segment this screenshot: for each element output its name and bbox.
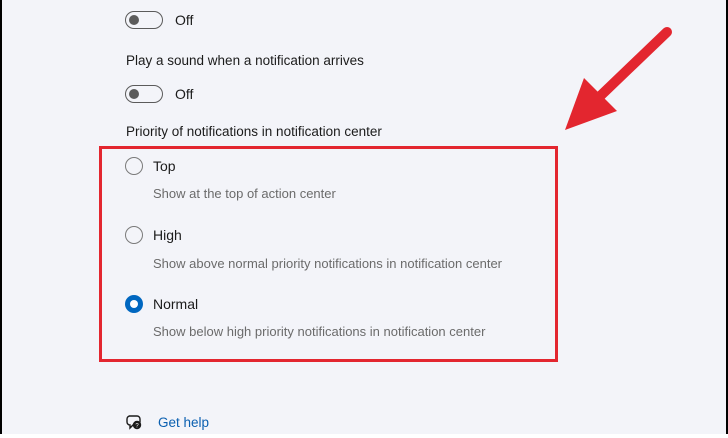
priority-heading: Priority of notifications in notificatio…: [126, 124, 382, 139]
annotation-highlight-box: [99, 146, 558, 362]
get-help-label[interactable]: Get help: [158, 415, 209, 430]
toggle-knob: [129, 88, 139, 99]
help-chat-icon: ?: [126, 415, 142, 430]
toggle-knob: [129, 14, 139, 25]
sound-toggle[interactable]: [125, 85, 163, 103]
toggle-state-label: Off: [175, 12, 194, 28]
notification-toggle-row: Off: [125, 11, 193, 29]
sound-setting-label: Play a sound when a notification arrives: [126, 53, 364, 68]
get-help-link[interactable]: ? Get help: [126, 413, 209, 431]
settings-window: Off Play a sound when a notification arr…: [0, 0, 728, 434]
toggle-state-label: Off: [175, 86, 194, 102]
sound-toggle-row: Off: [125, 85, 193, 103]
notification-toggle[interactable]: [125, 11, 163, 29]
